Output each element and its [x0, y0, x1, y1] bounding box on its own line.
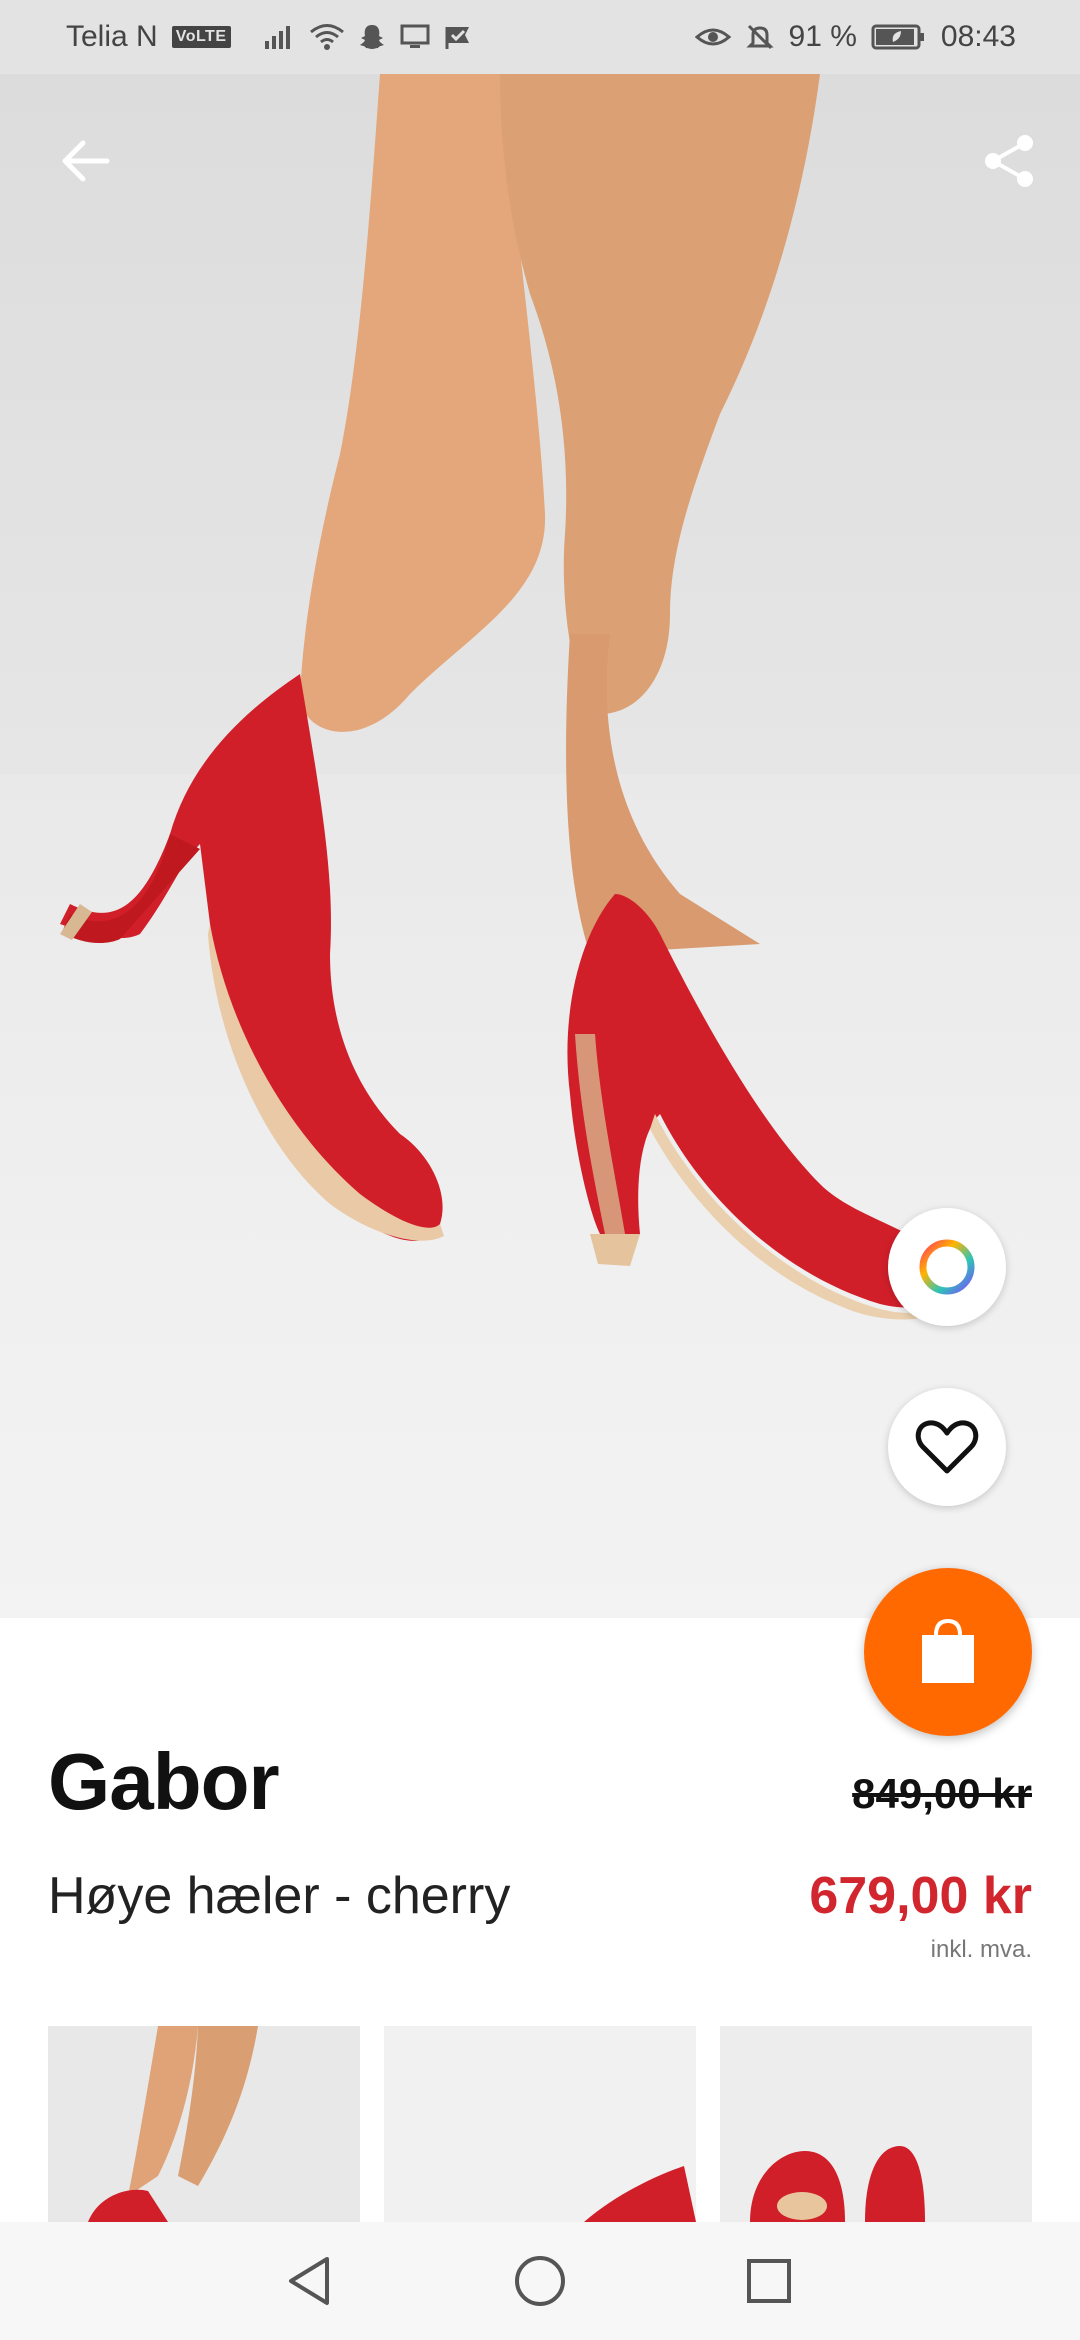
status-icons — [263, 22, 473, 52]
status-bar: Telia N VoLTE 91 % 08:43 — [0, 0, 1080, 74]
clock: 08:43 — [940, 20, 1016, 53]
product-name: Høye hæler - cherry — [48, 1867, 511, 1925]
nav-back-button[interactable] — [264, 2236, 354, 2326]
square-recents-icon — [747, 2259, 791, 2303]
system-navigation-bar — [0, 2222, 1080, 2340]
product-brand[interactable]: Gabor — [48, 1736, 280, 1828]
status-left: Telia N VoLTE — [66, 0, 473, 74]
back-button[interactable] — [40, 116, 130, 206]
thumbnail-3[interactable] — [720, 2026, 1032, 2222]
nav-recents-button[interactable] — [724, 2236, 814, 2326]
color-ring-icon — [919, 1239, 975, 1295]
thumbnail-2[interactable] — [384, 2026, 696, 2222]
screen-icon — [399, 23, 431, 51]
share-button[interactable] — [964, 116, 1054, 206]
thumbnail-strip — [48, 2026, 1032, 2222]
nav-home-button[interactable] — [495, 2236, 585, 2326]
status-right: 91 % 08:43 — [694, 0, 1016, 74]
volte-badge: VoLTE — [171, 26, 231, 48]
vat-note: inkl. mva. — [930, 1936, 1032, 1963]
shopping-bag-icon — [922, 1618, 974, 1683]
signal-icon — [263, 23, 297, 51]
color-picker-button[interactable] — [888, 1208, 1006, 1326]
mute-bell-icon — [745, 22, 775, 52]
carrier-label: Telia N — [66, 20, 158, 53]
thumbnail-image — [720, 2026, 1032, 2222]
circle-home-icon — [515, 2256, 565, 2306]
wifi-icon — [309, 23, 345, 51]
battery-icon — [871, 23, 927, 51]
wishlist-button[interactable] — [888, 1388, 1006, 1506]
thumbnail-1[interactable] — [48, 2026, 360, 2222]
heart-icon — [915, 1420, 979, 1474]
thumbnail-image — [384, 2026, 696, 2222]
check-flag-icon — [443, 23, 473, 51]
sale-price: 679,00 kr — [809, 1867, 1032, 1925]
snapchat-icon — [357, 22, 387, 52]
share-icon — [985, 135, 1033, 187]
triangle-back-icon — [289, 2257, 329, 2305]
add-to-cart-button[interactable] — [864, 1568, 1032, 1736]
battery-percent: 91 % — [788, 20, 857, 53]
original-price: 849,00 kr — [852, 1770, 1032, 1817]
product-image-gallery[interactable] — [0, 74, 1080, 1618]
product-photo — [60, 74, 952, 1320]
eye-icon — [694, 23, 731, 51]
arrow-left-icon — [62, 140, 110, 182]
thumbnail-image — [48, 2026, 360, 2222]
